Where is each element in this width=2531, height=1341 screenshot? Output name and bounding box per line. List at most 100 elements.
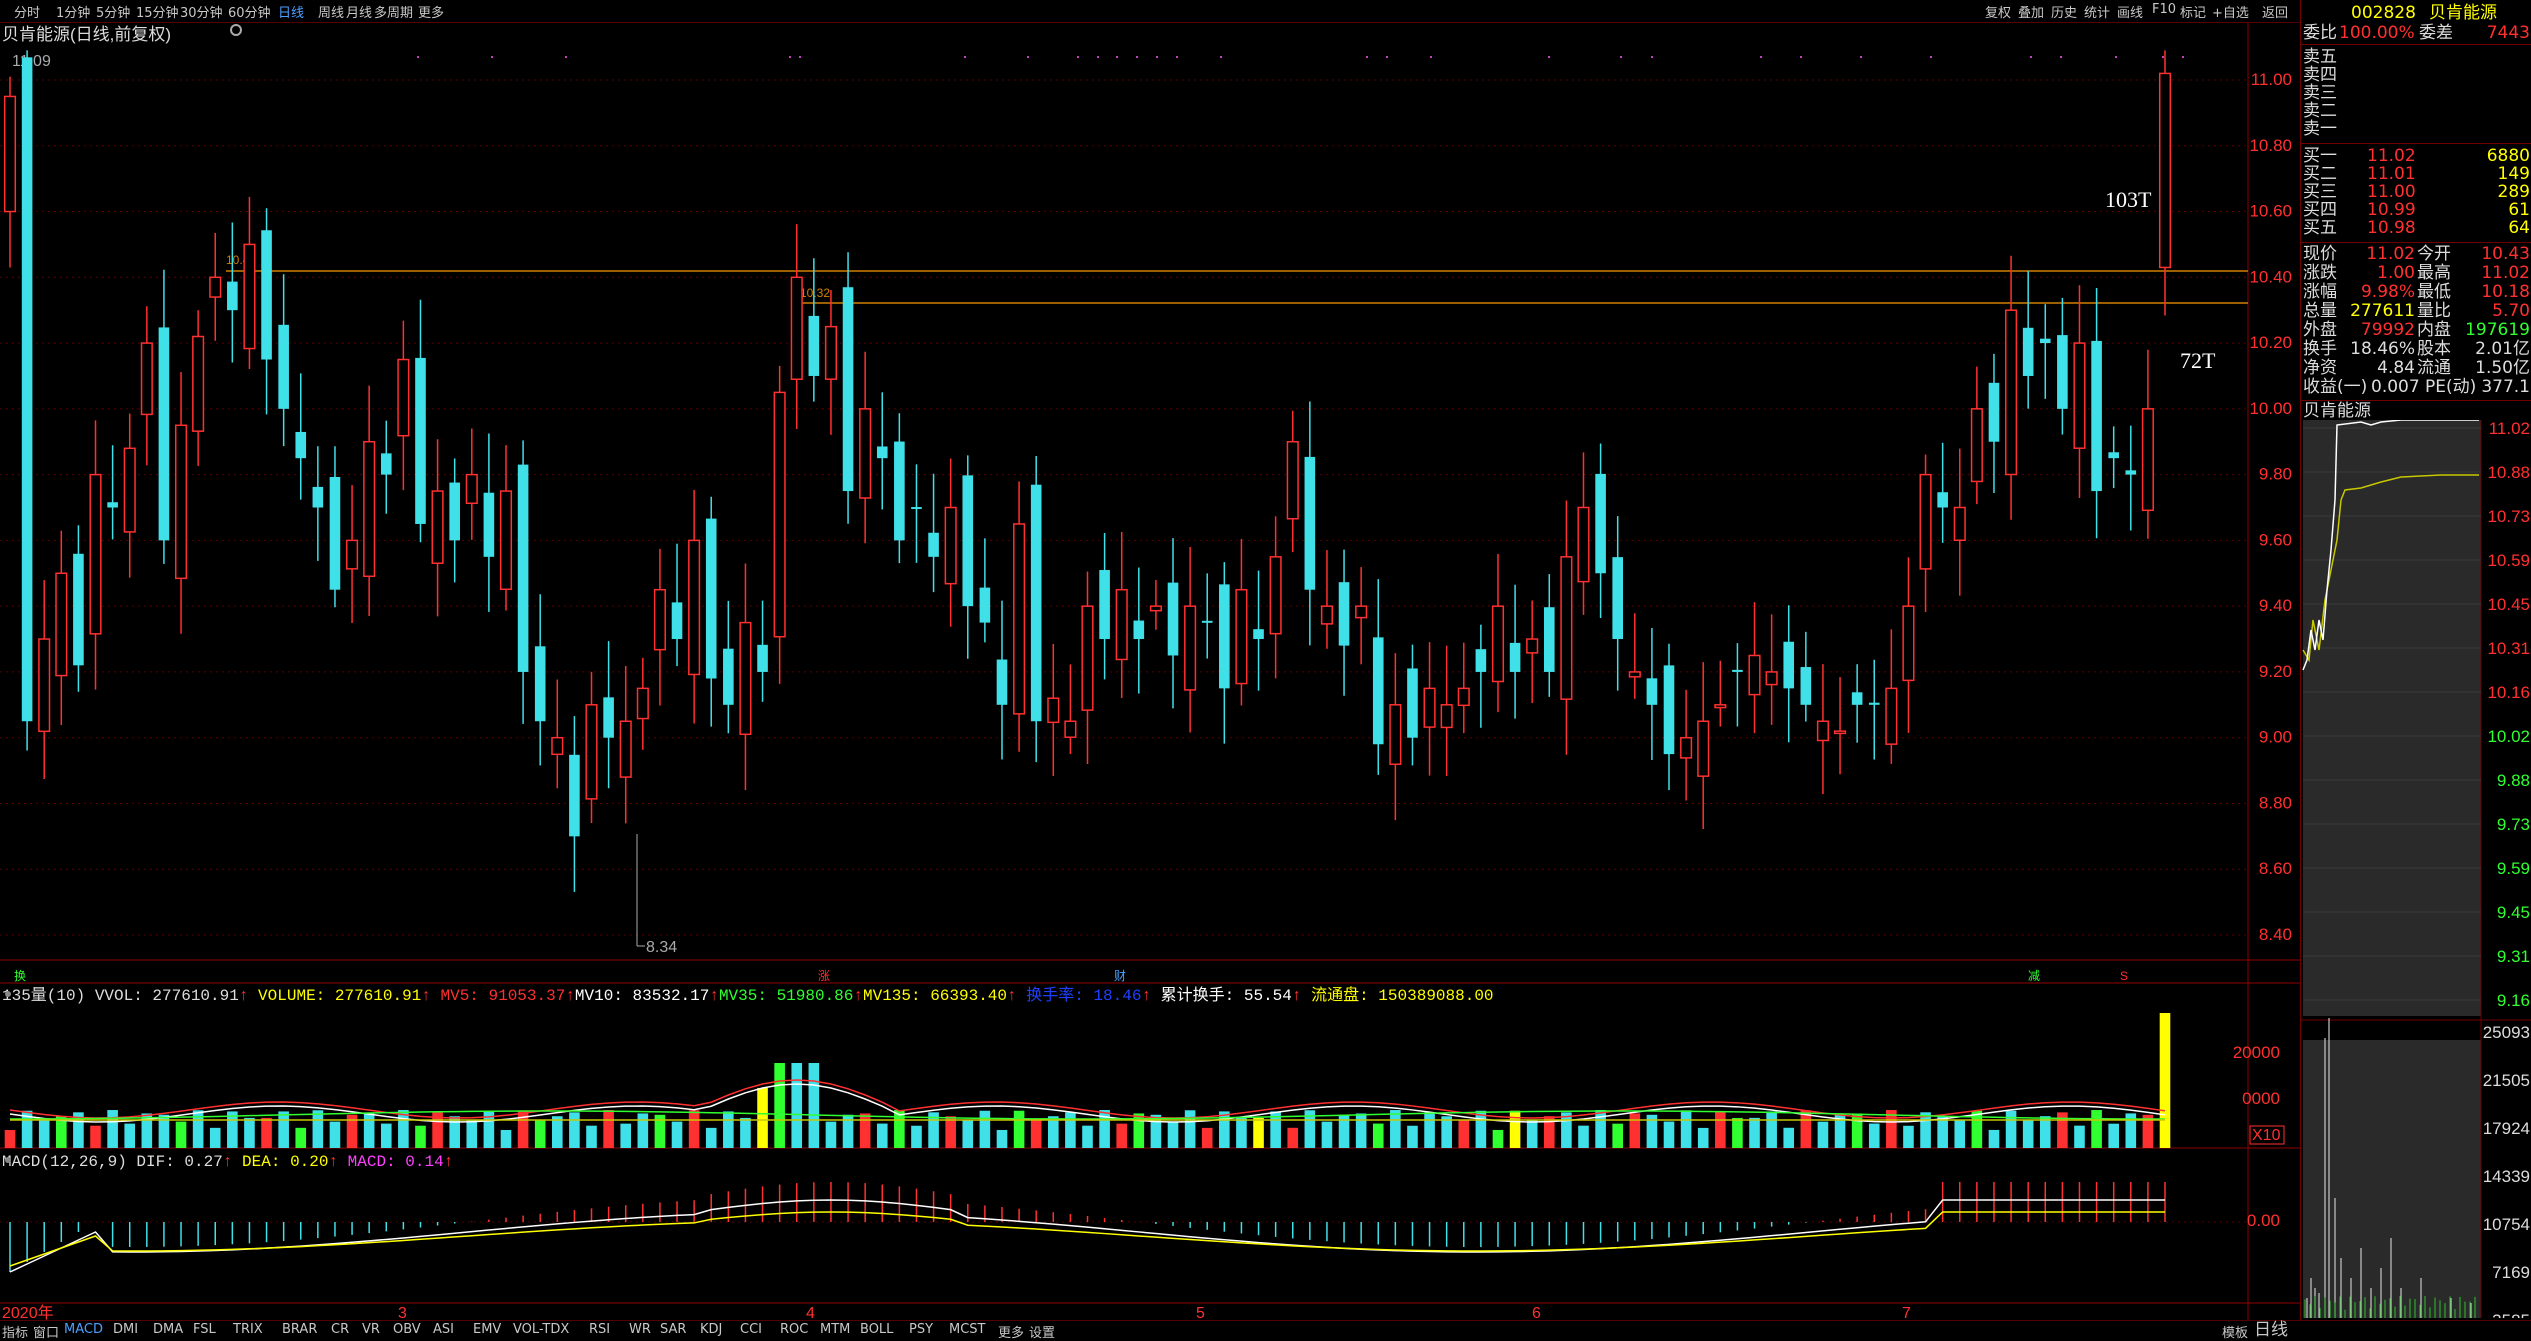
stat-label2-2: 最低 (2417, 282, 2451, 302)
period-tab-10[interactable]: 更多 (418, 2, 444, 21)
indicator-tab-22[interactable]: PSY (909, 1322, 933, 1337)
volume-bar (380, 1123, 392, 1148)
indicator-tab-1[interactable]: 窗口 (33, 1322, 59, 1341)
mini-price-label: 9.31 (2497, 947, 2530, 966)
toolbar-btn-7[interactable]: +自选 (2212, 2, 2249, 21)
volume-bar (1629, 1113, 1641, 1148)
period-tab-2[interactable]: 5分钟 (96, 2, 130, 21)
period-tab-9[interactable]: 多周期 (374, 2, 413, 21)
mini-price-label: 10.16 (2487, 683, 2530, 702)
candle-body (653, 588, 666, 651)
candle-body (1030, 484, 1042, 722)
volume-bar (175, 1121, 187, 1148)
kline-chart-area[interactable]: 11.00 10.80 10.60 10.40 10.20 10.00 9.80 9.60 9.… (0, 22, 2300, 1320)
low-price-label: 8.34 (646, 939, 677, 956)
toolbar-btn-1[interactable]: 叠加 (2018, 2, 2044, 21)
candle-body (1423, 687, 1436, 728)
candle-body (876, 446, 888, 459)
mini-price-label: 10.31 (2487, 639, 2530, 658)
indicator-tab-17[interactable]: KDJ (700, 1322, 722, 1337)
indicator-tab-23[interactable]: MCST (949, 1322, 986, 1337)
period-tab-4[interactable]: 30分钟 (180, 2, 223, 21)
period-tab-5[interactable]: 60分钟 (228, 2, 271, 21)
indicator-tab-25[interactable]: 设置 (1029, 1322, 1055, 1341)
price-axis-label: 9.20 (2259, 662, 2292, 681)
candle-body (73, 553, 84, 666)
volume-bar (1732, 1117, 1743, 1148)
date-label-start: 2020年 (2, 1304, 54, 1320)
intraday-mini-chart[interactable]: 11.02 10.88 10.73 10.59 10.45 10.31 10.16 10.02… (2301, 420, 2531, 1318)
volume-bar (500, 1129, 512, 1148)
period-indicator[interactable]: 日线 (2254, 1315, 2288, 1340)
indicator-tab-18[interactable]: CCI (740, 1322, 762, 1337)
toolbar-btn-3[interactable]: 统计 (2084, 2, 2110, 21)
candle-body (1697, 720, 1710, 777)
period-tab-3[interactable]: 15分钟 (136, 2, 179, 21)
indicator-tab-14[interactable]: RSI (589, 1322, 610, 1337)
indicator-tab-10[interactable]: OBV (393, 1322, 421, 1337)
volume-bar (1390, 1110, 1401, 1148)
volume-bar (979, 1110, 991, 1148)
price-axis-label: 10.40 (2249, 267, 2292, 286)
candle-body (346, 539, 359, 570)
indicator-tab-6[interactable]: TRIX (233, 1322, 263, 1337)
indicator-tab-9[interactable]: VR (362, 1322, 380, 1337)
signal-marker-3: 减 (2028, 969, 2040, 983)
indicator-tab-16[interactable]: SAR (660, 1322, 686, 1337)
period-tab-7[interactable]: 周线 (318, 2, 344, 21)
toolbar-btn-2[interactable]: 历史 (2051, 2, 2077, 21)
candle-body (944, 506, 957, 585)
indicator-tab-12[interactable]: EMV (473, 1322, 501, 1337)
indicator-tab-3[interactable]: DMI (113, 1322, 138, 1337)
indicator-tab-20[interactable]: MTM (820, 1322, 850, 1337)
indicator-tab-8[interactable]: CR (331, 1322, 349, 1337)
toolbar-btn-5[interactable]: F10 (2152, 2, 2176, 17)
candle-body (1047, 697, 1060, 724)
stat-label2-4: 内盘 (2417, 320, 2451, 340)
volume-bar (1013, 1110, 1025, 1148)
indicator-tab-21[interactable]: BOLL (860, 1322, 893, 1337)
candle-body (1269, 556, 1282, 635)
candle-body (773, 391, 786, 638)
indicator-tab-15[interactable]: WR (629, 1322, 651, 1337)
stat-label-0: 现价 (2303, 244, 2337, 264)
candle-body (790, 276, 803, 381)
toolbar-btn-0[interactable]: 复权 (1985, 2, 2011, 21)
candle-body (2141, 408, 2154, 512)
indicator-tab-7[interactable]: BRAR (282, 1322, 317, 1337)
period-tab-0[interactable]: 分时 (14, 2, 40, 21)
indicator-tab-2[interactable]: MACD (64, 1322, 103, 1337)
stat-value-0: 11.02 (2366, 244, 2415, 264)
mini-price-label: 9.16 (2497, 991, 2530, 1010)
candle-body (1560, 556, 1573, 700)
indicator-tab-13[interactable]: VOL-TDX (513, 1322, 569, 1337)
indicator-tab-24[interactable]: 更多 (998, 1322, 1024, 1341)
volume-bar (278, 1111, 289, 1148)
toolbar-btn-4[interactable]: 画线 (2117, 2, 2143, 21)
mini-price-label: 10.45 (2487, 595, 2530, 614)
candle-body (1833, 730, 1847, 735)
stat-label-3: 总量 (2303, 301, 2337, 321)
toolbar-btn-6[interactable]: 标记 (2180, 2, 2206, 21)
indicator-tab-0[interactable]: 指标 (2, 1322, 28, 1341)
indicator-tab-5[interactable]: FSL (193, 1322, 216, 1337)
event-dot (1156, 56, 1158, 58)
indicator-tab-11[interactable]: ASI (433, 1322, 454, 1337)
template-button[interactable]: 模板 (2222, 1322, 2248, 1341)
period-tab-6[interactable]: 日线 (278, 2, 304, 21)
settings-icon[interactable] (230, 24, 242, 36)
candle-body (1149, 605, 1162, 612)
volume-bar (1920, 1112, 1931, 1148)
weicha-label: 委差 (2419, 23, 2453, 43)
indicator-tab-4[interactable]: DMA (153, 1322, 183, 1337)
indicator-tab-19[interactable]: ROC (780, 1322, 808, 1337)
signal-marker-1: 涨 (818, 968, 830, 983)
volume-bar (466, 1119, 478, 1148)
period-tab-8[interactable]: 月线 (346, 2, 372, 21)
toolbar-btn-8[interactable]: 返回 (2262, 2, 2288, 21)
volume-bar (449, 1116, 460, 1148)
candle-body (1868, 702, 1880, 705)
candle-body (107, 502, 118, 508)
period-tab-1[interactable]: 1分钟 (56, 2, 90, 21)
candle-body (209, 276, 222, 298)
